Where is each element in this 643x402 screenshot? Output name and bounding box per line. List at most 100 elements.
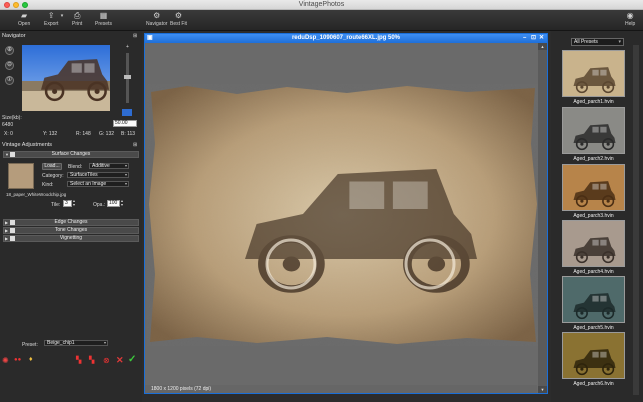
navigator-pin-icon[interactable]: ⊞ bbox=[133, 33, 137, 39]
scroll-up-button[interactable]: ▲ bbox=[538, 43, 547, 50]
preset-thumbnail-6[interactable] bbox=[562, 332, 625, 379]
zoom-field[interactable]: 50.00 bbox=[113, 120, 137, 127]
tile-label: Tile: bbox=[51, 202, 61, 208]
help-button[interactable]: ◉ Help bbox=[625, 11, 635, 27]
vignetting-header[interactable]: ▶ Vignetting bbox=[3, 235, 139, 242]
blend-select[interactable]: Additive bbox=[89, 163, 129, 169]
navigator-preview[interactable] bbox=[22, 45, 110, 111]
tile-stepper[interactable]: ▴ ▾ bbox=[73, 199, 75, 207]
pixel-r: R: 148 bbox=[76, 131, 91, 137]
export-menu-button[interactable]: ▾ bbox=[60, 12, 64, 21]
document-area: ▣ reduDsp_1090607_route66XL.jpg 50% – ⊡ … bbox=[142, 31, 551, 402]
document-title: reduDsp_1090607_route66XL.jpg 50% bbox=[291, 35, 401, 41]
tone-enable-checkbox[interactable] bbox=[10, 228, 15, 233]
presets-button[interactable]: ▦ Presets bbox=[95, 11, 112, 27]
adjustments-pin-icon[interactable]: ⊞ bbox=[133, 142, 137, 148]
preset-thumbnail-2[interactable] bbox=[562, 107, 625, 154]
minimize-window-button[interactable] bbox=[13, 2, 19, 8]
preset-label-2[interactable]: Aged_parch2.hvin bbox=[559, 156, 628, 162]
expand-icon: ▶ bbox=[5, 228, 9, 233]
category-select[interactable]: SurfaceTiles bbox=[67, 172, 129, 178]
minimize-doc-icon[interactable]: – bbox=[523, 35, 526, 42]
load-preset-icon[interactable]: ▚ bbox=[89, 356, 94, 364]
navigator-zoom-out-button[interactable]: ⊖ bbox=[5, 61, 14, 70]
color-dots-icon[interactable]: ●● bbox=[14, 357, 21, 363]
opacity-stepper[interactable]: ▴ ▾ bbox=[121, 199, 123, 207]
left-panel: Navigator ⊞ ⊕ ⊖ ① + Size(kb): 6480 50.00… bbox=[0, 31, 142, 402]
preset-thumbnail-2-image bbox=[572, 123, 617, 151]
presets-panel: All Presets Aged_parch1.hvin Aged_parch2… bbox=[551, 31, 643, 402]
delete-preset-icon[interactable]: ⊗ bbox=[103, 356, 110, 365]
opacity-label: Opa.: bbox=[93, 202, 106, 208]
cursor-x: X: 0 bbox=[4, 131, 13, 137]
tone-changes-header[interactable]: ▶ Tone Changes bbox=[3, 227, 139, 234]
surface-changes-header[interactable]: ▼ Surface Changes bbox=[3, 151, 139, 158]
navigator-zoom-in-button[interactable]: ⊕ bbox=[5, 46, 14, 55]
preset-thumbnail-5[interactable] bbox=[562, 276, 625, 323]
navigator-button[interactable]: ⚙ Navigator bbox=[146, 11, 167, 27]
navigator-actual-size-button[interactable]: ① bbox=[5, 76, 14, 85]
cursor-y: Y: 132 bbox=[43, 131, 58, 137]
pixel-g: G: 132 bbox=[99, 131, 115, 137]
preset-label-5[interactable]: Aged_parch5.hvin bbox=[559, 325, 628, 331]
edge-changes-header[interactable]: ▶ Edge Changes bbox=[3, 219, 139, 226]
preset-label: Preset: bbox=[22, 342, 38, 348]
load-button[interactable]: Load... bbox=[42, 163, 62, 170]
open-button[interactable]: ▰ Open bbox=[18, 11, 30, 27]
document-icon: ▣ bbox=[147, 35, 153, 41]
navigator-preview-image bbox=[22, 45, 110, 111]
close-window-button[interactable] bbox=[4, 2, 10, 8]
tile-field[interactable]: 3 bbox=[63, 200, 72, 207]
preset-label-6[interactable]: Aged_parch6.hvin bbox=[559, 381, 628, 387]
reset-icon[interactable]: ✺ bbox=[2, 356, 9, 365]
preset-label-4[interactable]: Aged_parch4.hvin bbox=[559, 269, 628, 275]
edge-enable-checkbox[interactable] bbox=[10, 220, 15, 225]
zoom-window-button[interactable] bbox=[22, 2, 28, 8]
zoom-out-icon: ⊖ bbox=[6, 62, 13, 68]
best-fit-button[interactable]: ⚙ Best Fit bbox=[170, 11, 187, 27]
folder-icon: ▰ bbox=[21, 11, 28, 20]
pixel-b: B: 113 bbox=[121, 131, 136, 137]
scroll-down-button[interactable]: ▼ bbox=[538, 386, 547, 393]
size-value: 6480 bbox=[2, 122, 14, 128]
preset-thumbnail-1[interactable] bbox=[562, 50, 625, 97]
main-toolbar: ▰ Open ⇪ Export ▾ ⎙ Print ▦ Presets ⚙ Na… bbox=[0, 10, 643, 31]
vignetting-enable-checkbox[interactable] bbox=[10, 236, 15, 241]
expand-icon: ▶ bbox=[5, 220, 9, 225]
document-window: ▣ reduDsp_1090607_route66XL.jpg 50% – ⊡ … bbox=[144, 33, 548, 394]
preset-label-3[interactable]: Aged_parch3.hvin bbox=[559, 213, 628, 219]
presets-scrollbar[interactable] bbox=[633, 45, 639, 395]
presets-filter-select[interactable]: All Presets bbox=[571, 38, 624, 46]
restore-doc-icon[interactable]: ⊡ bbox=[531, 35, 536, 42]
vertical-scrollbar[interactable]: ▲ ▼ bbox=[538, 43, 547, 393]
best-fit-icon: ⚙ bbox=[174, 11, 183, 20]
preset-select[interactable]: Beige_chip1 bbox=[44, 340, 108, 346]
cancel-icon[interactable]: ✕ bbox=[116, 355, 124, 366]
presets-icon: ▦ bbox=[99, 11, 108, 20]
surface-filename: 18_paper_WhiteWoodchip.jpg bbox=[6, 192, 67, 197]
opacity-field[interactable]: 100 bbox=[107, 200, 120, 207]
surface-texture-thumbnail[interactable] bbox=[8, 163, 34, 189]
zoom-in-icon: ⊕ bbox=[6, 47, 13, 53]
document-image[interactable] bbox=[147, 84, 539, 346]
apply-check-icon[interactable]: ✓ bbox=[128, 354, 136, 365]
print-button[interactable]: ⎙ Print bbox=[72, 11, 82, 27]
navigator-heading: Navigator bbox=[2, 33, 26, 39]
zoom-minus-button[interactable] bbox=[122, 109, 132, 116]
actual-size-icon: ① bbox=[6, 77, 13, 83]
preset-thumbnail-3[interactable] bbox=[562, 164, 625, 211]
kind-select[interactable]: Select an Image bbox=[67, 181, 129, 187]
preset-label-1[interactable]: Aged_parch1.hvin bbox=[559, 99, 628, 105]
save-preset-icon[interactable]: ▚ bbox=[76, 356, 81, 364]
zoom-plus-icon[interactable]: + bbox=[126, 44, 129, 50]
preset-thumbnail-4[interactable] bbox=[562, 220, 625, 267]
surface-enable-checkbox[interactable] bbox=[10, 152, 15, 157]
export-button[interactable]: ⇪ Export bbox=[44, 11, 58, 27]
lightbulb-icon[interactable]: ♦ bbox=[29, 356, 33, 363]
zoom-slider-handle[interactable] bbox=[124, 75, 131, 79]
preset-thumbnail-1-image bbox=[572, 66, 617, 94]
title-bar: VintagePhotos bbox=[0, 0, 643, 10]
close-doc-icon[interactable]: ✕ bbox=[539, 35, 544, 42]
preset-thumbnail-3-image bbox=[572, 180, 617, 208]
chevron-down-icon: ▾ bbox=[60, 13, 64, 19]
